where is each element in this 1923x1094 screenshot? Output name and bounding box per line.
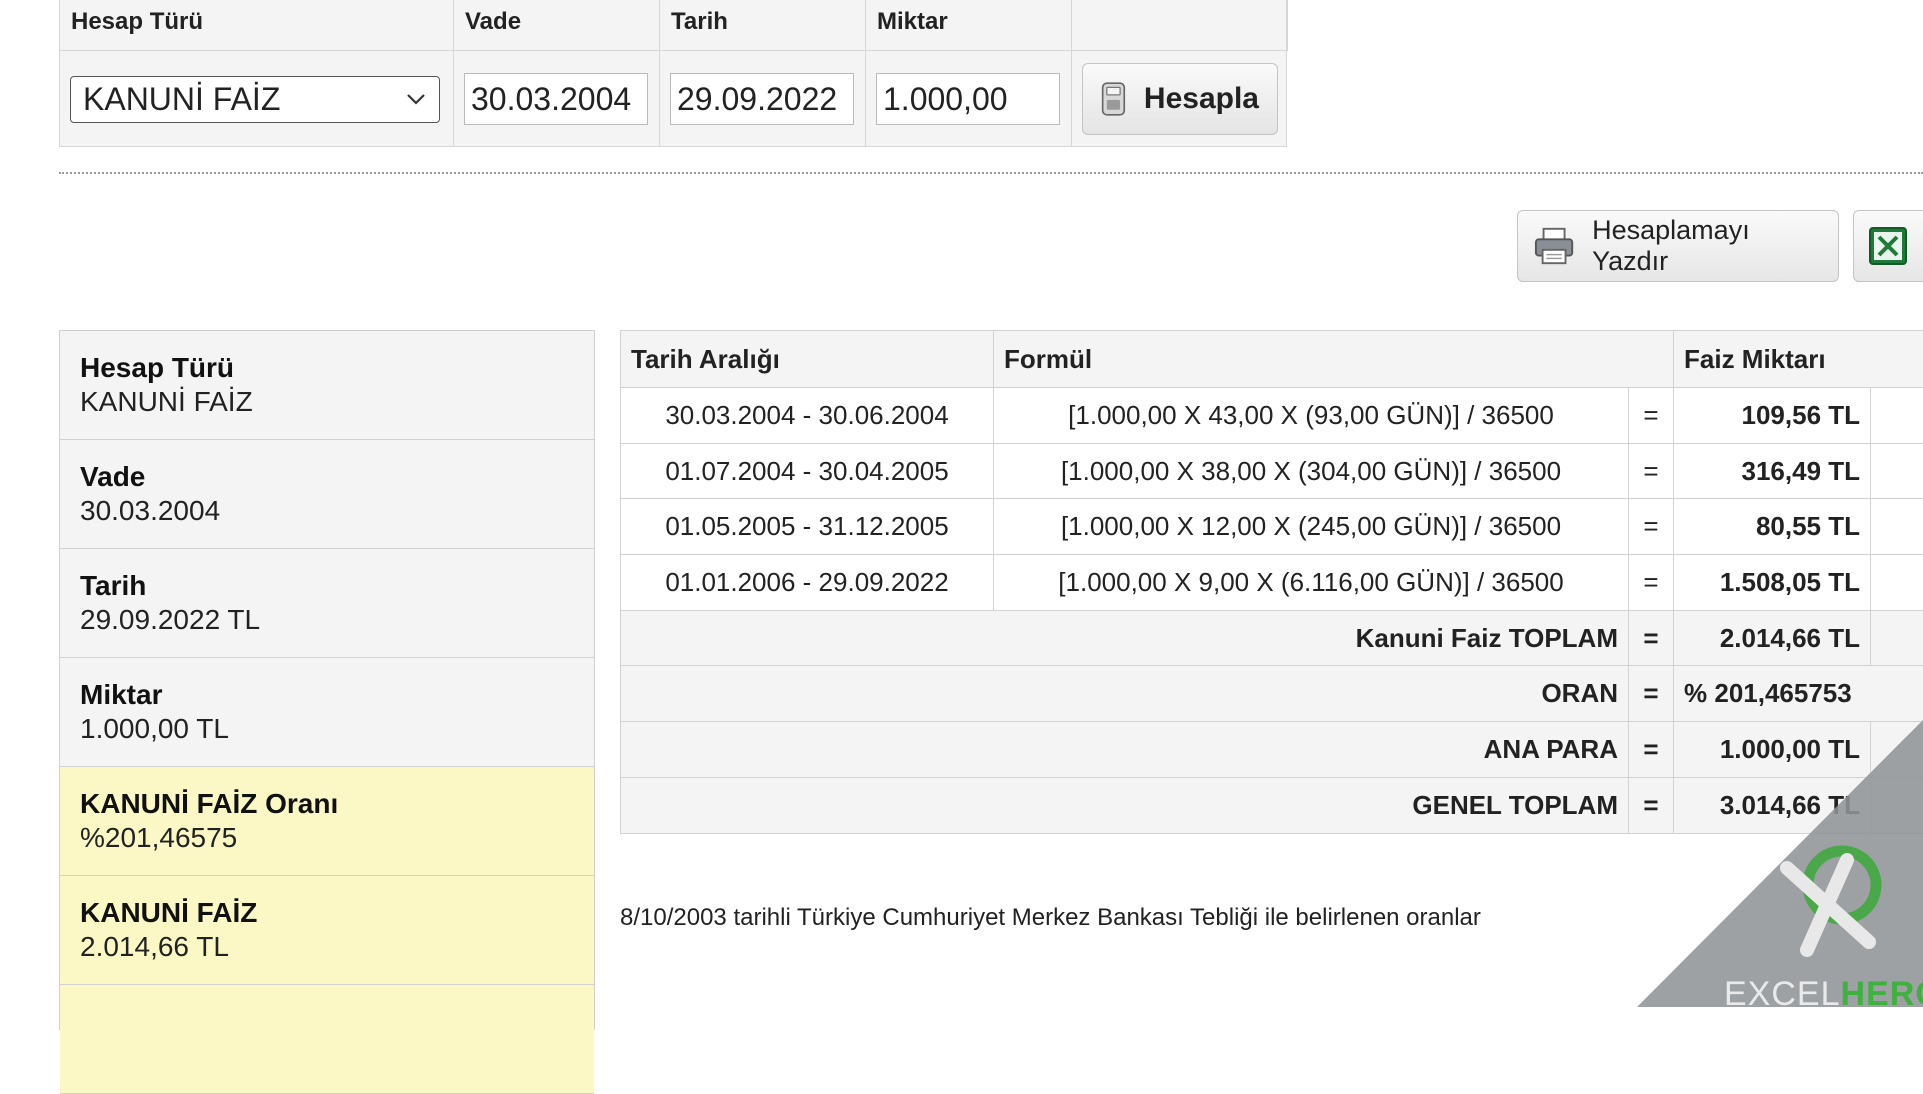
row-amount: 1.508,05 TL [1674,555,1871,611]
header-hesap-turu: Hesap Türü [60,0,454,51]
excelhero-watermark [1637,720,1923,1007]
calculator-icon [1101,78,1126,120]
print-calculation-button[interactable]: Hesaplamayı Yazdır [1517,210,1839,282]
header-tarih-araligi: Tarih Aralığı [621,331,994,388]
table-row: 01.07.2004 - 30.04.2005 [1.000,00 X 38,0… [621,443,1923,499]
total-label: ORAN [621,666,1629,722]
chevron-down-icon [405,88,427,110]
summary-value: %201,46575 [80,821,574,855]
row-equals: = [1629,388,1674,444]
summary-panel: Hesap Türü KANUNİ FAİZ Vade 30.03.2004 T… [59,330,595,1030]
summary-label: KANUNİ FAİZ [80,896,574,930]
row-formula: [1.000,00 X 43,00 X (93,00 GÜN)] / 36500 [994,388,1629,444]
calculation-form: Hesap Türü Vade Tarih Miktar KANUNİ FAİZ… [59,0,1287,147]
header-faiz-miktari: Faiz Miktarı [1674,331,1923,388]
hesapla-button[interactable]: Hesapla [1082,63,1278,135]
summary-item-hesap-turu: Hesap Türü KANUNİ FAİZ [60,331,594,440]
row-range: 01.01.2006 - 29.09.2022 [621,555,994,611]
row-amount: 109,56 TL [1674,388,1871,444]
summary-item-vade: Vade 30.03.2004 [60,440,594,549]
row-range: 01.05.2005 - 31.12.2005 [621,499,994,555]
printer-icon [1534,226,1574,266]
total-equals: = [1629,666,1674,722]
total-row-kanuni-faiz: Kanuni Faiz TOPLAM = 2.014,66 TL [621,610,1923,666]
summary-label: Miktar [80,678,574,712]
header-tarih: Tarih [660,0,866,51]
row-equals: = [1629,555,1674,611]
total-label: GENEL TOPLAM [621,777,1629,833]
summary-value: 29.09.2022 TL [80,603,574,637]
summary-item-kanuni-faiz: KANUNİ FAİZ 2.014,66 TL [60,876,594,985]
summary-item-miktar: Miktar 1.000,00 TL [60,658,594,767]
hesap-turu-select[interactable]: KANUNİ FAİZ [70,76,440,123]
total-amount: 2.014,66 TL [1674,610,1871,666]
print-label: Hesaplamayı Yazdır [1592,215,1822,277]
vade-cell: 30.03.2004 [454,51,660,147]
tarih-input[interactable]: 29.09.2022 [670,73,854,125]
section-divider [59,172,1923,174]
total-equals: = [1629,610,1674,666]
vade-input[interactable]: 30.03.2004 [464,73,648,125]
total-amount: % 201,465753 [1674,666,1923,722]
header-miktar: Miktar [866,0,1072,51]
row-range: 30.03.2004 - 30.06.2004 [621,388,994,444]
watermark-text: EXCELHERO [1724,975,1923,1014]
total-row-oran: ORAN = % 201,465753 [621,666,1923,722]
excel-icon [1868,226,1908,266]
summary-item-faiz-orani: KANUNİ FAİZ Oranı %201,46575 [60,767,594,876]
hesap-turu-selected: KANUNİ FAİZ [83,81,280,118]
row-equals: = [1629,499,1674,555]
row-amount: 316,49 TL [1674,443,1871,499]
row-formula: [1.000,00 X 9,00 X (6.116,00 GÜN)] / 365… [994,555,1629,611]
summary-item-tarih: Tarih 29.09.2022 TL [60,549,594,658]
summary-label: Vade [80,460,574,494]
action-cell: Hesapla [1072,51,1288,147]
row-amount: 80,55 TL [1674,499,1871,555]
tarih-cell: 29.09.2022 [660,51,866,147]
summary-value: 30.03.2004 [80,494,574,528]
row-equals: = [1629,443,1674,499]
row-spacer [1871,443,1923,499]
summary-item-next [60,985,594,1094]
row-spacer [1871,610,1923,666]
row-formula: [1.000,00 X 38,00 X (304,00 GÜN)] / 3650… [994,443,1629,499]
table-row: 01.05.2005 - 31.12.2005 [1.000,00 X 12,0… [621,499,1923,555]
header-formul: Formül [994,331,1674,388]
table-row: 01.01.2006 - 29.09.2022 [1.000,00 X 9,00… [621,555,1923,611]
summary-label: Hesap Türü [80,351,574,385]
summary-value: KANUNİ FAİZ [80,385,574,419]
total-label: Kanuni Faiz TOPLAM [621,610,1629,666]
watermark-excel: EXCEL [1724,975,1841,1013]
results-header-row: Tarih Aralığı Formül Faiz Miktarı [621,331,1923,388]
hesap-turu-cell: KANUNİ FAİZ [60,51,454,147]
row-spacer [1871,555,1923,611]
row-formula: [1.000,00 X 12,00 X (245,00 GÜN)] / 3650… [994,499,1629,555]
summary-value: 1.000,00 TL [80,712,574,746]
summary-label: Tarih [80,569,574,603]
summary-label: KANUNİ FAİZ Oranı [80,787,574,821]
hesapla-label: Hesapla [1144,82,1259,116]
watermark-hero: HERO [1841,975,1923,1013]
total-label: ANA PARA [621,722,1629,778]
header-vade: Vade [454,0,660,51]
table-row: 30.03.2004 - 30.06.2004 [1.000,00 X 43,0… [621,388,1923,444]
header-action [1072,0,1288,51]
miktar-input[interactable]: 1.000,00 [876,73,1060,125]
excel-export-button[interactable] [1853,210,1923,282]
miktar-cell: 1.000,00 [866,51,1072,147]
row-spacer [1871,499,1923,555]
rates-source-note: 8/10/2003 tarihli Türkiye Cumhuriyet Mer… [620,904,1481,932]
summary-value: 2.014,66 TL [80,930,574,964]
row-range: 01.07.2004 - 30.04.2005 [621,443,994,499]
row-spacer [1871,388,1923,444]
